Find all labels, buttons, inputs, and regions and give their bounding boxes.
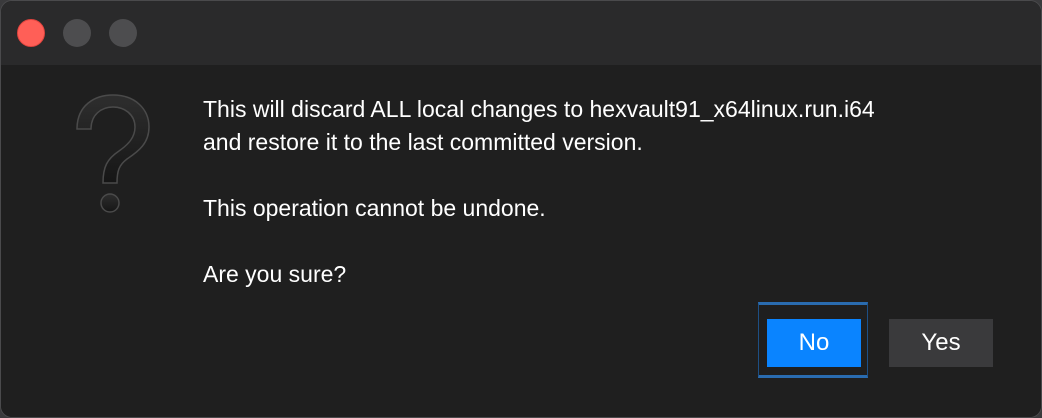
message-line-2: and restore it to the last committed ver… [203, 129, 643, 155]
title-bar [1, 1, 1041, 65]
question-mark-icon [76, 94, 150, 213]
zoom-window-button[interactable] [109, 19, 137, 47]
minimize-window-button[interactable] [63, 19, 91, 47]
message-line-1: This will discard ALL local changes to h… [203, 96, 875, 122]
confirm-dialog-window: This will discard ALL local changes to h… [0, 0, 1042, 418]
no-button[interactable]: No [767, 319, 861, 367]
prompt-text: Are you sure? [203, 261, 347, 287]
close-window-button[interactable] [17, 19, 45, 47]
dialog-body: This will discard ALL local changes to h… [1, 65, 1041, 417]
yes-button[interactable]: Yes [889, 319, 993, 367]
dialog-message: This will discard ALL local changes to h… [203, 93, 1023, 291]
warning-text: This operation cannot be undone. [203, 195, 546, 221]
